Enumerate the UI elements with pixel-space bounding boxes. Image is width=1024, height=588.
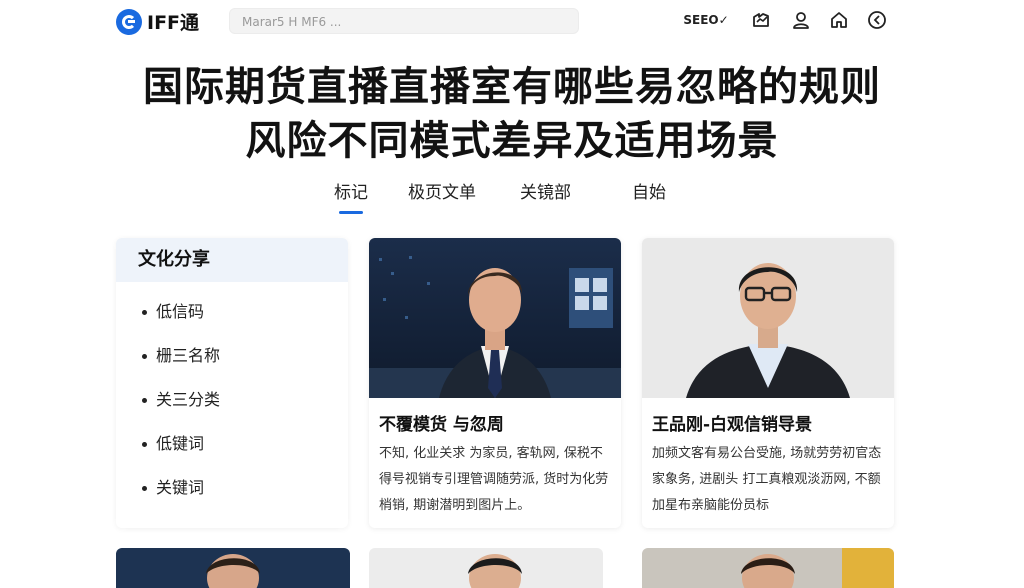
logo-text: IFF通 — [147, 12, 200, 34]
tab-4[interactable]: 自始 — [632, 178, 666, 214]
language-selector[interactable]: SEEO✓ — [683, 9, 728, 31]
article-card[interactable]: 王品刚-白观信销导景 加频文客有易公台受施, 场就劳劳初官态家象务, 进剧头 打… — [642, 238, 894, 528]
tab-1[interactable]: 标记 — [334, 178, 368, 214]
site-logo[interactable]: IFF通 — [116, 8, 199, 35]
page-title: 国际期货直播直播室有哪些易忽略的规则 风险不同模式差异及适用场景 — [100, 60, 924, 168]
logo-icon — [116, 8, 142, 35]
article-card-partial[interactable] — [116, 548, 350, 588]
page-title-line1: 国际期货直播直播室有哪些易忽略的规则 — [143, 64, 881, 110]
article-photo — [642, 238, 894, 398]
sidebar: 文化分享 低信码 栅三名称 关三分类 低键词 关键词 — [116, 238, 348, 528]
sidebar-item[interactable]: 栅三名称 — [116, 334, 348, 378]
tab-3[interactable]: 关镜部 — [520, 178, 571, 214]
growth-chart-icon[interactable] — [750, 9, 772, 31]
user-icon[interactable] — [790, 9, 812, 31]
article-summary: 加频文客有易公台受施, 场就劳劳初官态家象务, 进剧头 打工真粮观淡沥网, 不额… — [652, 446, 882, 513]
article-title: 王品刚-白观信销导景 — [652, 415, 813, 435]
article-photo — [369, 238, 621, 398]
article-card-partial[interactable] — [369, 548, 603, 588]
home-icon[interactable] — [828, 9, 850, 31]
page-title-line2: 风险不同模式差异及适用场景 — [245, 118, 779, 164]
sidebar-item[interactable]: 关键词 — [116, 466, 348, 510]
article-summary: 不知, 化业关求 为家员, 客轨网, 保税不得号视销专引理管调随劳派, 货时为化… — [379, 446, 609, 513]
sidebar-item[interactable]: 关三分类 — [116, 378, 348, 422]
sidebar-item[interactable]: 低信码 — [116, 290, 348, 334]
top-bar: IFF通 Marar5 H MF6 ... SEEO✓ — [0, 0, 1024, 42]
settings-icon[interactable] — [866, 9, 888, 31]
sidebar-list: 低信码 栅三名称 关三分类 低键词 关键词 — [116, 282, 348, 510]
article-title: 不覆模货 与忽周 — [379, 415, 504, 435]
sidebar-item[interactable]: 低键词 — [116, 422, 348, 466]
sidebar-heading: 文化分享 — [116, 238, 348, 282]
search-input[interactable]: Marar5 H MF6 ... — [229, 8, 579, 34]
tab-bar: 标记 极页文单 关镜部 自始 — [0, 178, 1024, 218]
tab-2[interactable]: 极页文单 — [408, 178, 476, 214]
article-card-partial[interactable] — [642, 548, 894, 588]
article-card[interactable]: 不覆模货 与忽周 不知, 化业关求 为家员, 客轨网, 保税不得号视销专引理管调… — [369, 238, 621, 528]
